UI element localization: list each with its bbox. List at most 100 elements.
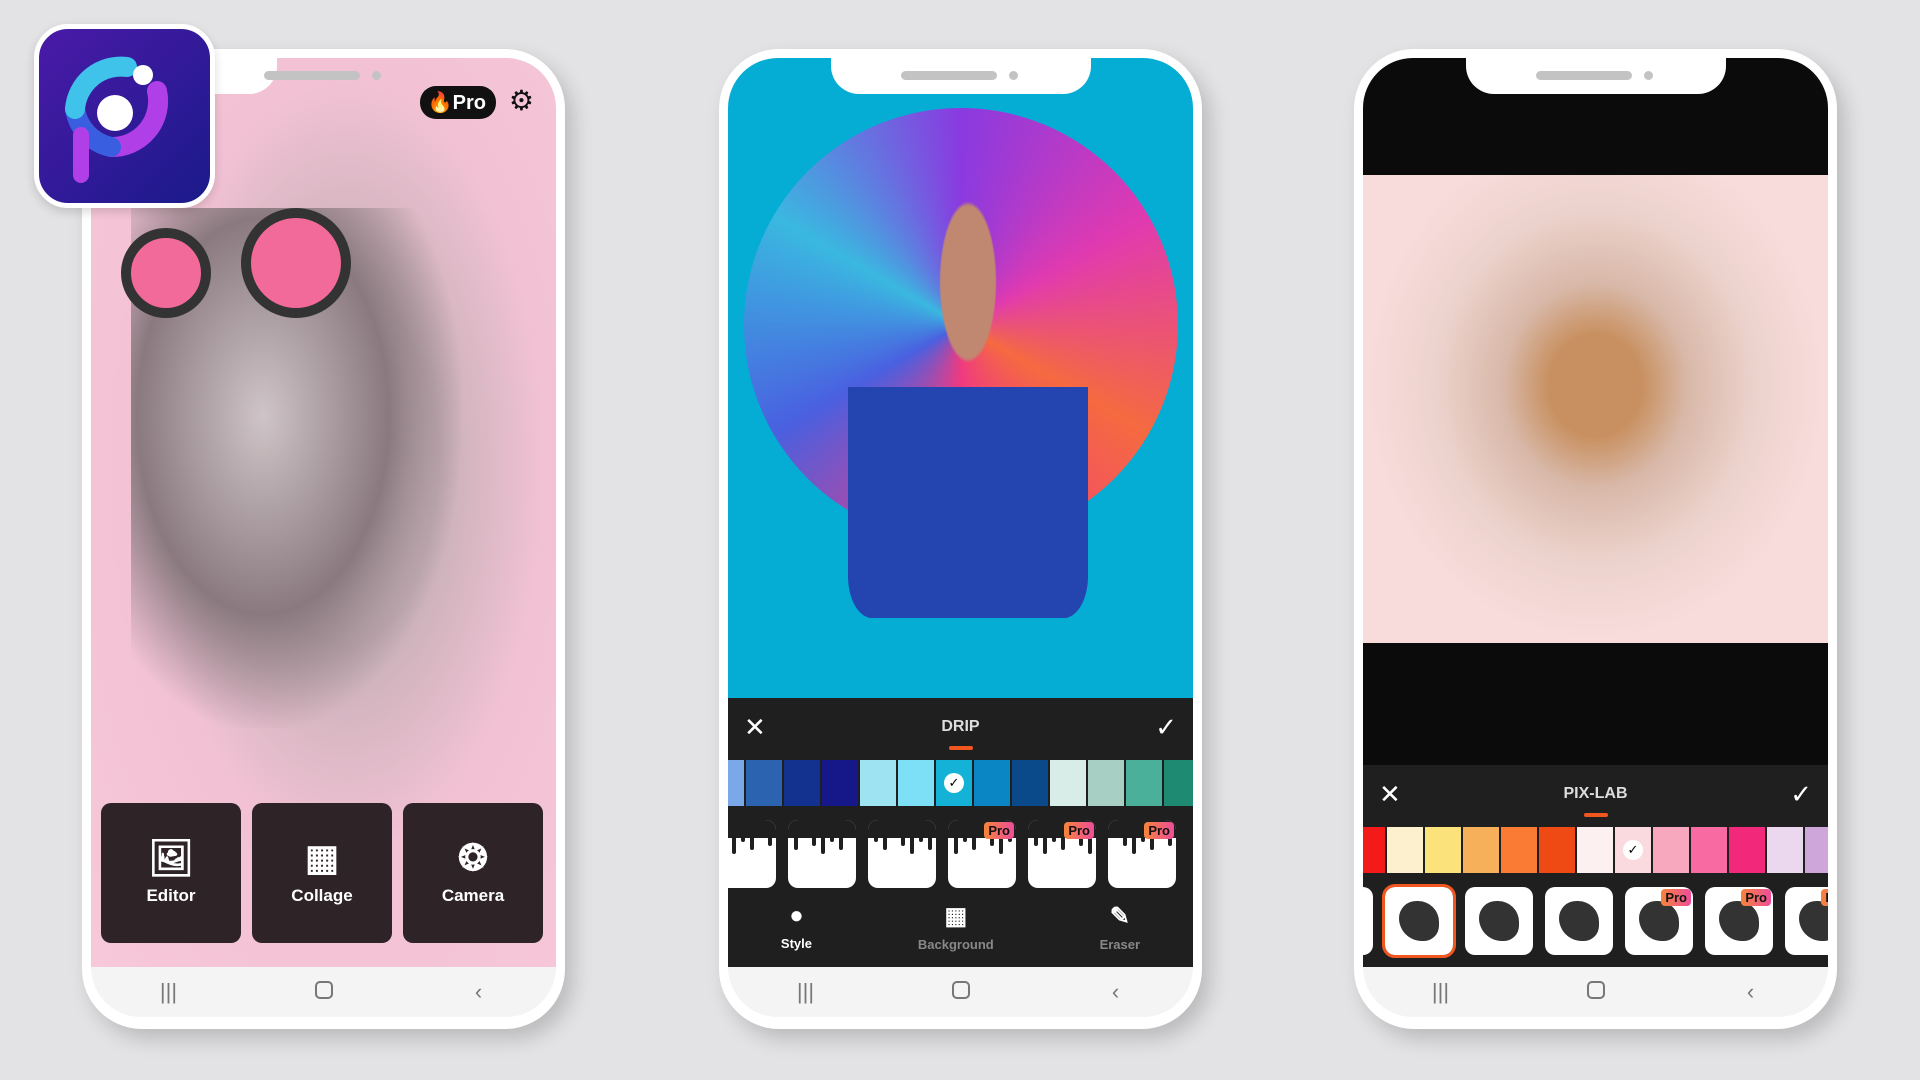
color-swatch[interactable]: ✓ xyxy=(1615,827,1651,873)
back-icon[interactable]: ‹ xyxy=(1096,979,1136,1005)
home-icon[interactable] xyxy=(304,979,344,1005)
speaker xyxy=(1535,71,1632,80)
drip-icon: ● xyxy=(789,902,804,929)
style-thumbnail[interactable]: Pro xyxy=(1625,887,1693,955)
editor-button[interactable]: 🖼 Editor xyxy=(101,803,241,943)
color-swatch[interactable] xyxy=(1691,827,1727,873)
style-thumbnail[interactable]: Pro xyxy=(948,820,1016,888)
color-swatch[interactable] xyxy=(1050,760,1086,806)
check-icon[interactable]: ✓ xyxy=(1155,712,1177,743)
tool-bar: ● Style ▦ Background ✎ Eraser xyxy=(728,902,1193,952)
home-icon[interactable] xyxy=(1576,979,1616,1005)
color-swatches: ✓ xyxy=(1363,827,1828,873)
style-thumbnail[interactable]: Pro xyxy=(1108,820,1176,888)
color-swatches: ✓ xyxy=(728,760,1193,806)
eraser-icon: ✎ xyxy=(1109,903,1130,930)
pro-badge: Pro xyxy=(1144,822,1174,839)
color-swatch[interactable] xyxy=(1463,827,1499,873)
pro-badge: Pro xyxy=(1821,889,1828,906)
color-swatch[interactable] xyxy=(1164,760,1193,806)
logo-mark xyxy=(65,56,169,183)
pro-badge: Pro xyxy=(984,822,1014,839)
collage-grid-icon: ▦ xyxy=(304,837,339,878)
phone-drip: ✕ DRIP ✓ ✓ Pro Pro Pro ● Style ▦ Background … xyxy=(719,49,1202,1029)
check-icon[interactable]: ✓ xyxy=(1790,779,1812,810)
color-swatch[interactable] xyxy=(1501,827,1537,873)
style-thumbnail[interactable] xyxy=(868,820,936,888)
recents-icon[interactable]: ||| xyxy=(786,979,826,1005)
camera-dot xyxy=(1008,71,1018,80)
title-underline xyxy=(1583,813,1608,817)
color-swatch[interactable] xyxy=(1425,827,1461,873)
pink-glasses xyxy=(241,208,351,318)
camera-dot xyxy=(1643,71,1653,80)
camera-button[interactable]: ❂ Camera xyxy=(403,803,543,943)
color-swatch[interactable] xyxy=(1767,827,1803,873)
color-swatch[interactable] xyxy=(1729,827,1765,873)
back-icon[interactable]: ‹ xyxy=(459,979,499,1005)
pixlab-panel: ✕ PIX-LAB ✓ ✓ ProProPro xyxy=(1363,765,1828,967)
style-thumbnail[interactable]: Pro xyxy=(1785,887,1828,955)
color-swatch[interactable] xyxy=(1012,760,1048,806)
recents-icon[interactable]: ||| xyxy=(149,979,189,1005)
camera-aperture-icon: ❂ xyxy=(457,837,489,878)
style-thumbnail[interactable] xyxy=(728,820,776,888)
speaker xyxy=(263,71,360,80)
drip-panel: ✕ DRIP ✓ ✓ Pro Pro Pro ● Style ▦ Background … xyxy=(728,698,1193,967)
gear-icon[interactable]: ⚙ xyxy=(509,84,534,117)
color-swatch[interactable] xyxy=(860,760,896,806)
style-thumbnail[interactable]: Pro xyxy=(1705,887,1773,955)
pixlab-screen: ✕ PIX-LAB ✓ ✓ ProProPro xyxy=(1363,58,1828,967)
style-thumbnail[interactable] xyxy=(1363,887,1373,955)
image-icon: 🖼 xyxy=(148,837,194,878)
pro-badge[interactable]: 🔥Pro xyxy=(419,86,496,119)
pixlab-photo xyxy=(1363,175,1828,643)
background-pattern-icon: ▦ xyxy=(944,903,968,930)
tool-background[interactable]: ▦ Background xyxy=(918,902,994,952)
speaker xyxy=(900,71,997,80)
title-underline xyxy=(948,746,973,750)
recents-icon[interactable]: ||| xyxy=(1421,979,1461,1005)
check-icon: ✓ xyxy=(944,773,964,793)
tool-style[interactable]: ● Style xyxy=(781,902,812,952)
color-swatch[interactable] xyxy=(784,760,820,806)
color-swatch[interactable]: ✓ xyxy=(936,760,972,806)
color-swatch[interactable] xyxy=(1387,827,1423,873)
color-swatch[interactable] xyxy=(1088,760,1124,806)
android-nav-bar: ||| ‹ xyxy=(1363,967,1828,1017)
style-thumbnail[interactable]: Pro xyxy=(1028,820,1096,888)
drip-style-list: Pro Pro Pro xyxy=(728,820,1176,888)
pro-badge: Pro xyxy=(1064,822,1094,839)
phone-pixlab: ✕ PIX-LAB ✓ ✓ ProProPro ||| ‹ xyxy=(1354,49,1837,1029)
style-thumbnail[interactable] xyxy=(788,820,856,888)
collage-button[interactable]: ▦ Collage xyxy=(252,803,392,943)
color-swatch[interactable] xyxy=(1577,827,1613,873)
style-thumbnail[interactable] xyxy=(1382,884,1456,958)
color-swatch[interactable] xyxy=(974,760,1010,806)
color-swatch[interactable] xyxy=(1805,827,1828,873)
color-swatch[interactable] xyxy=(1363,827,1385,873)
android-nav-bar: ||| ‹ xyxy=(91,967,556,1017)
home-icon[interactable] xyxy=(941,979,981,1005)
camera-dot xyxy=(371,71,381,80)
pro-badge: Pro xyxy=(1741,889,1771,906)
color-swatch[interactable] xyxy=(1539,827,1575,873)
color-swatch[interactable] xyxy=(822,760,858,806)
tool-eraser[interactable]: ✎ Eraser xyxy=(1100,902,1140,952)
color-swatch[interactable] xyxy=(1653,827,1689,873)
color-swatch[interactable] xyxy=(728,760,744,806)
color-swatch[interactable] xyxy=(1126,760,1162,806)
check-icon: ✓ xyxy=(1623,840,1643,860)
panel-title: PIX-LAB xyxy=(1563,785,1628,802)
android-nav-bar: ||| ‹ xyxy=(728,967,1193,1017)
drip-screen: ✕ DRIP ✓ ✓ Pro Pro Pro ● Style ▦ Background … xyxy=(728,58,1193,967)
style-thumbnail[interactable] xyxy=(1545,887,1613,955)
color-swatch[interactable] xyxy=(898,760,934,806)
person-photo xyxy=(848,198,1088,618)
color-swatch[interactable] xyxy=(746,760,782,806)
back-icon[interactable]: ‹ xyxy=(1731,979,1771,1005)
fire-icon: 🔥 xyxy=(427,92,453,114)
style-thumbnail[interactable] xyxy=(1465,887,1533,955)
app-logo xyxy=(34,24,215,208)
pixlab-style-list: Pro Pro Pro xyxy=(1363,884,1828,958)
